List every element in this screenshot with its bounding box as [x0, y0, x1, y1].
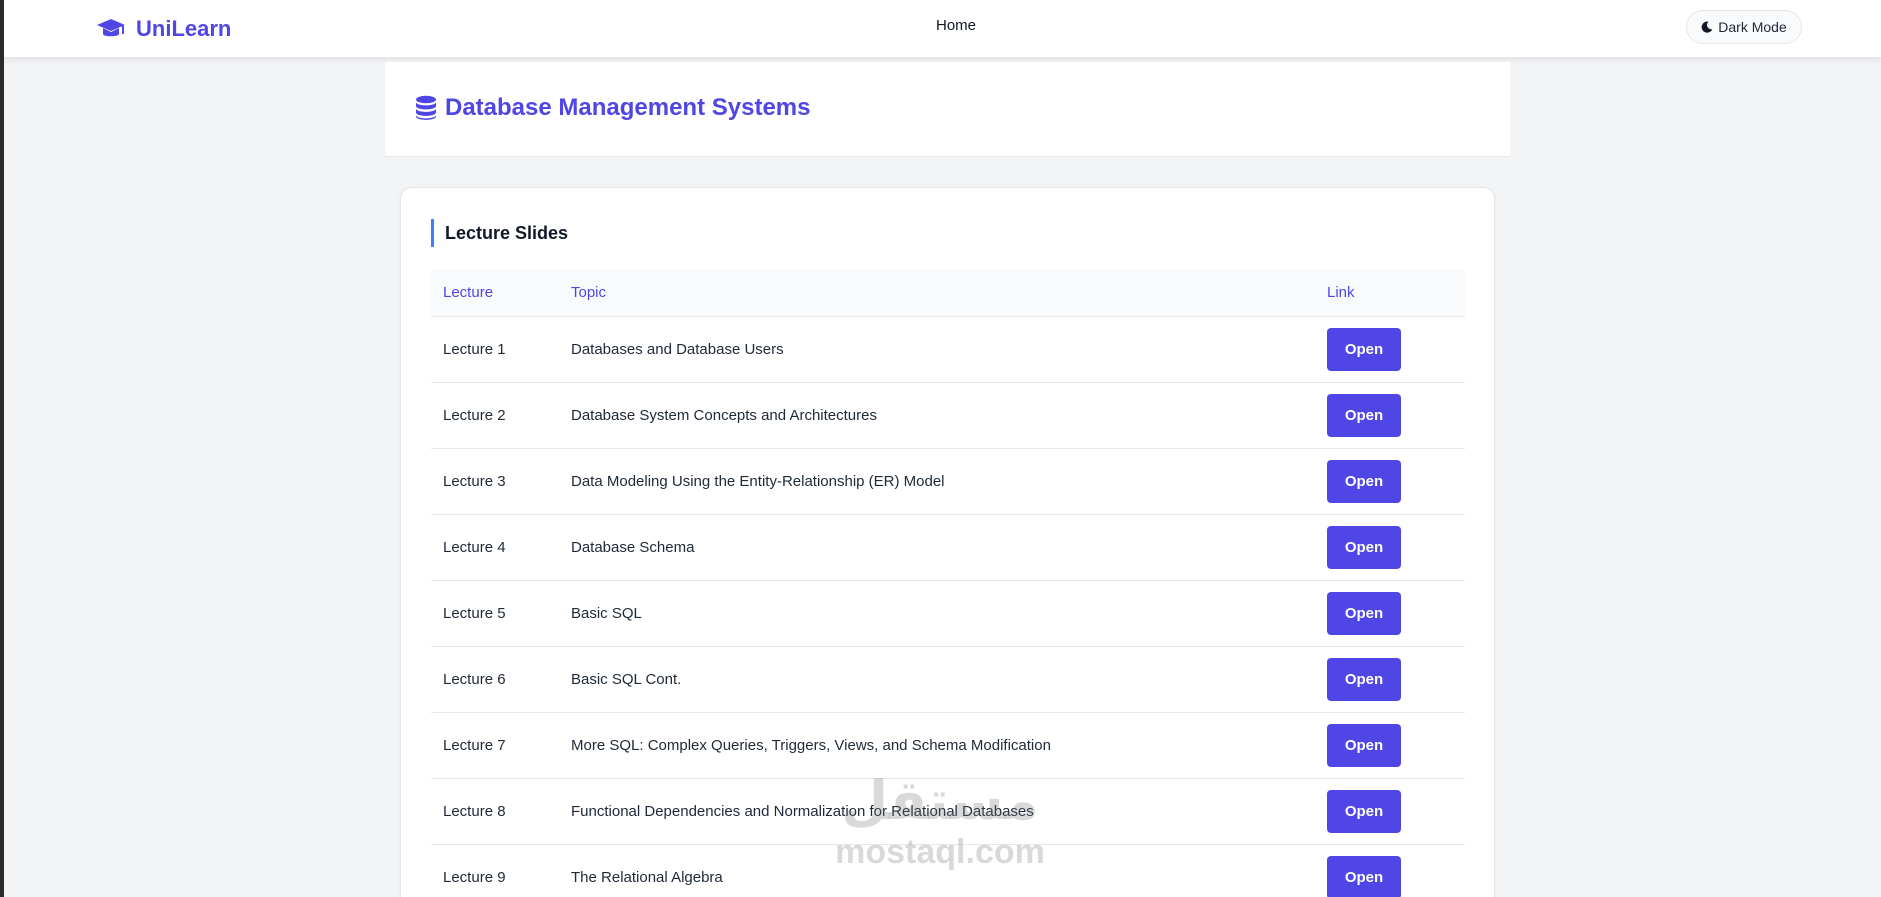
lecture-cell: Lecture 2 [431, 382, 559, 449]
lecture-cell: Lecture 6 [431, 646, 559, 713]
topic-cell: Databases and Database Users [559, 316, 1315, 383]
brand-name: UniLearn [136, 16, 232, 41]
link-cell: Open [1315, 580, 1465, 647]
link-cell: Open [1315, 514, 1465, 581]
table-row: Lecture 5 Basic SQL Open [431, 580, 1465, 647]
open-button[interactable]: Open [1327, 723, 1401, 767]
open-button[interactable]: Open [1327, 855, 1401, 897]
table-row: Lecture 9 The Relational Algebra Open [431, 844, 1465, 897]
column-header-link: Link [1315, 269, 1465, 317]
topic-cell: Basic SQL [559, 580, 1315, 647]
section-title: Lecture Slides [431, 219, 568, 247]
page-title: Database Management Systems [415, 94, 810, 122]
open-button[interactable]: Open [1327, 327, 1401, 371]
topic-cell: Functional Dependencies and Normalizatio… [559, 778, 1315, 845]
open-button[interactable]: Open [1327, 789, 1401, 833]
nav-home-link[interactable]: Home [936, 17, 976, 34]
open-button[interactable]: Open [1327, 657, 1401, 701]
lecture-slides-card: Lecture Slides Lecture Topic Link Lectur… [400, 187, 1495, 897]
column-header-topic: Topic [559, 269, 1315, 317]
topic-cell: Database System Concepts and Architectur… [559, 382, 1315, 449]
open-button[interactable]: Open [1327, 459, 1401, 503]
graduation-cap-icon [97, 19, 125, 37]
table-header-row: Lecture Topic Link [431, 269, 1465, 317]
link-cell: Open [1315, 316, 1465, 383]
topic-cell: Data Modeling Using the Entity-Relations… [559, 448, 1315, 515]
link-cell: Open [1315, 778, 1465, 845]
lecture-cell: Lecture 4 [431, 514, 559, 581]
dark-mode-label: Dark Mode [1718, 19, 1787, 35]
table-row: Lecture 4 Database Schema Open [431, 514, 1465, 581]
table-row: Lecture 8 Functional Dependencies and No… [431, 778, 1465, 845]
lecture-cell: Lecture 5 [431, 580, 559, 647]
table-row: Lecture 3 Data Modeling Using the Entity… [431, 448, 1465, 515]
topic-cell: More SQL: Complex Queries, Triggers, Vie… [559, 712, 1315, 779]
topic-cell: Basic SQL Cont. [559, 646, 1315, 713]
moon-icon [1701, 21, 1713, 33]
link-cell: Open [1315, 844, 1465, 897]
topic-cell: The Relational Algebra [559, 844, 1315, 897]
course-title-text: Database Management Systems [445, 94, 811, 121]
database-icon [416, 95, 436, 120]
navbar: UniLearn Home Dark Mode [4, 0, 1881, 58]
lecture-cell: Lecture 9 [431, 844, 559, 897]
link-cell: Open [1315, 646, 1465, 713]
table-row: Lecture 1 Databases and Database Users O… [431, 316, 1465, 383]
open-button[interactable]: Open [1327, 591, 1401, 635]
table-row: Lecture 6 Basic SQL Cont. Open [431, 646, 1465, 713]
course-header: Database Management Systems [385, 62, 1510, 157]
link-cell: Open [1315, 448, 1465, 515]
open-button[interactable]: Open [1327, 393, 1401, 437]
table-row: Lecture 2 Database System Concepts and A… [431, 382, 1465, 449]
window-edge [0, 0, 4, 897]
link-cell: Open [1315, 382, 1465, 449]
link-cell: Open [1315, 712, 1465, 779]
lecture-cell: Lecture 1 [431, 316, 559, 383]
dark-mode-button[interactable]: Dark Mode [1686, 10, 1802, 44]
topic-cell: Database Schema [559, 514, 1315, 581]
lectures-table: Lecture Topic Link Lecture 1 Databases a… [431, 269, 1465, 897]
lecture-cell: Lecture 8 [431, 778, 559, 845]
column-header-lecture: Lecture [431, 269, 559, 317]
lecture-cell: Lecture 3 [431, 448, 559, 515]
table-row: Lecture 7 More SQL: Complex Queries, Tri… [431, 712, 1465, 779]
open-button[interactable]: Open [1327, 525, 1401, 569]
brand-link[interactable]: UniLearn [96, 14, 231, 44]
lecture-cell: Lecture 7 [431, 712, 559, 779]
